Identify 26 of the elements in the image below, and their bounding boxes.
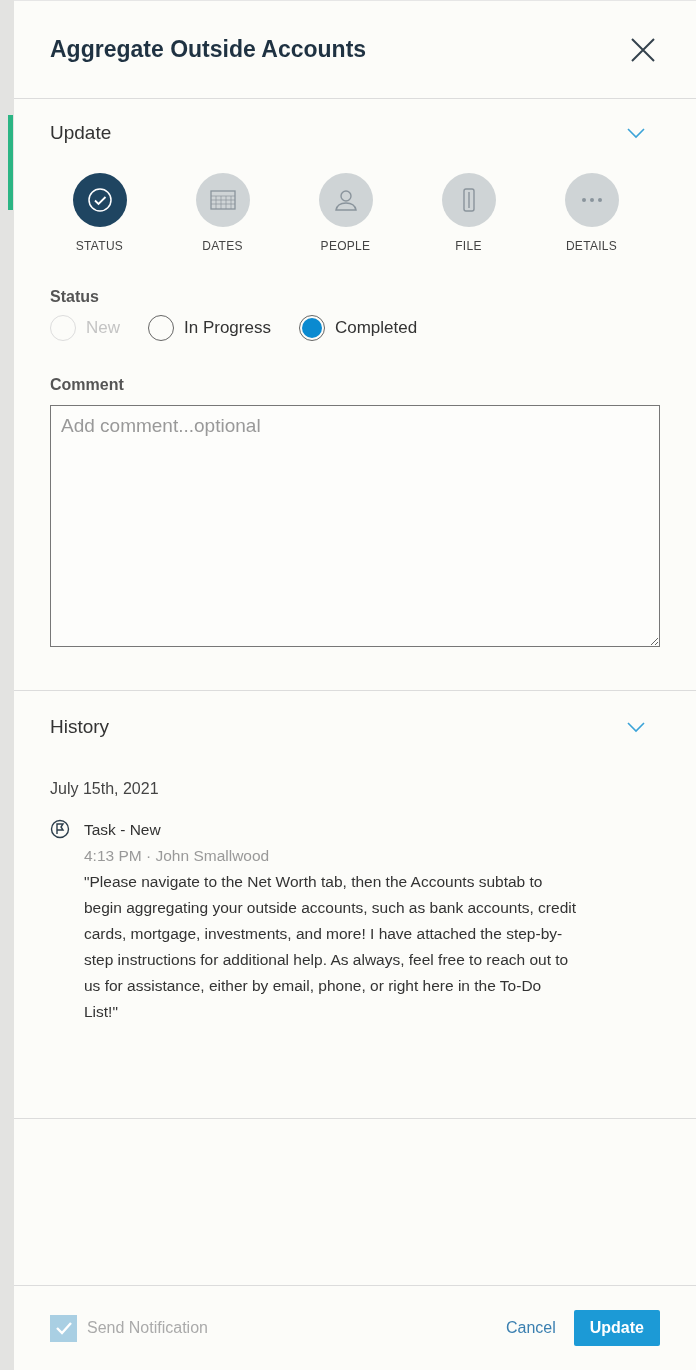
entry-meta: 4:13 PM · John Smallwood bbox=[84, 846, 271, 866]
radio-option[interactable]: In Progress bbox=[148, 314, 271, 341]
section-heading: History bbox=[50, 714, 110, 739]
comment-field[interactable]: Add comment...optional bbox=[50, 404, 660, 647]
entry-text: "Please navigate to the Net Worth tab, then the Accounts subtab to begin aggregating your outside accounts, such as bank accounts, credit cards, mortgage, investments, and more! I have attached the step-by-step instructions for additional help. As always, feel free to reach out to us for assistance, either by email, phone, or right here in the To-Do List!" bbox=[84, 872, 577, 1022]
step-tab[interactable]: FILE bbox=[407, 172, 530, 255]
step-tab[interactable]: STATUS bbox=[38, 172, 161, 255]
flag-icon bbox=[50, 819, 70, 839]
chevron-icon[interactable] bbox=[626, 127, 646, 140]
history-date: July 15th, 2021 bbox=[50, 779, 160, 799]
step-tab[interactable]: DATES bbox=[161, 172, 284, 255]
calendar-icon bbox=[208, 187, 237, 212]
checkmark-icon bbox=[54, 1321, 73, 1335]
file-icon bbox=[461, 186, 476, 213]
cancel-button[interactable]: Cancel bbox=[505, 1316, 556, 1340]
field-label: Comment bbox=[50, 374, 125, 395]
entry-title: Task - New bbox=[84, 820, 162, 840]
checkmark-icon bbox=[86, 186, 113, 213]
step-tab[interactable]: PEOPLE bbox=[284, 172, 407, 255]
more-icon bbox=[580, 196, 603, 203]
section-heading: Update bbox=[50, 121, 112, 145]
panel-title: Aggregate Outside Accounts bbox=[50, 35, 367, 65]
chevron-icon[interactable] bbox=[626, 720, 646, 733]
radio-option[interactable]: Completed bbox=[298, 314, 418, 341]
field-label: Status bbox=[50, 286, 100, 307]
step-tab[interactable]: DETAILS bbox=[530, 172, 653, 255]
